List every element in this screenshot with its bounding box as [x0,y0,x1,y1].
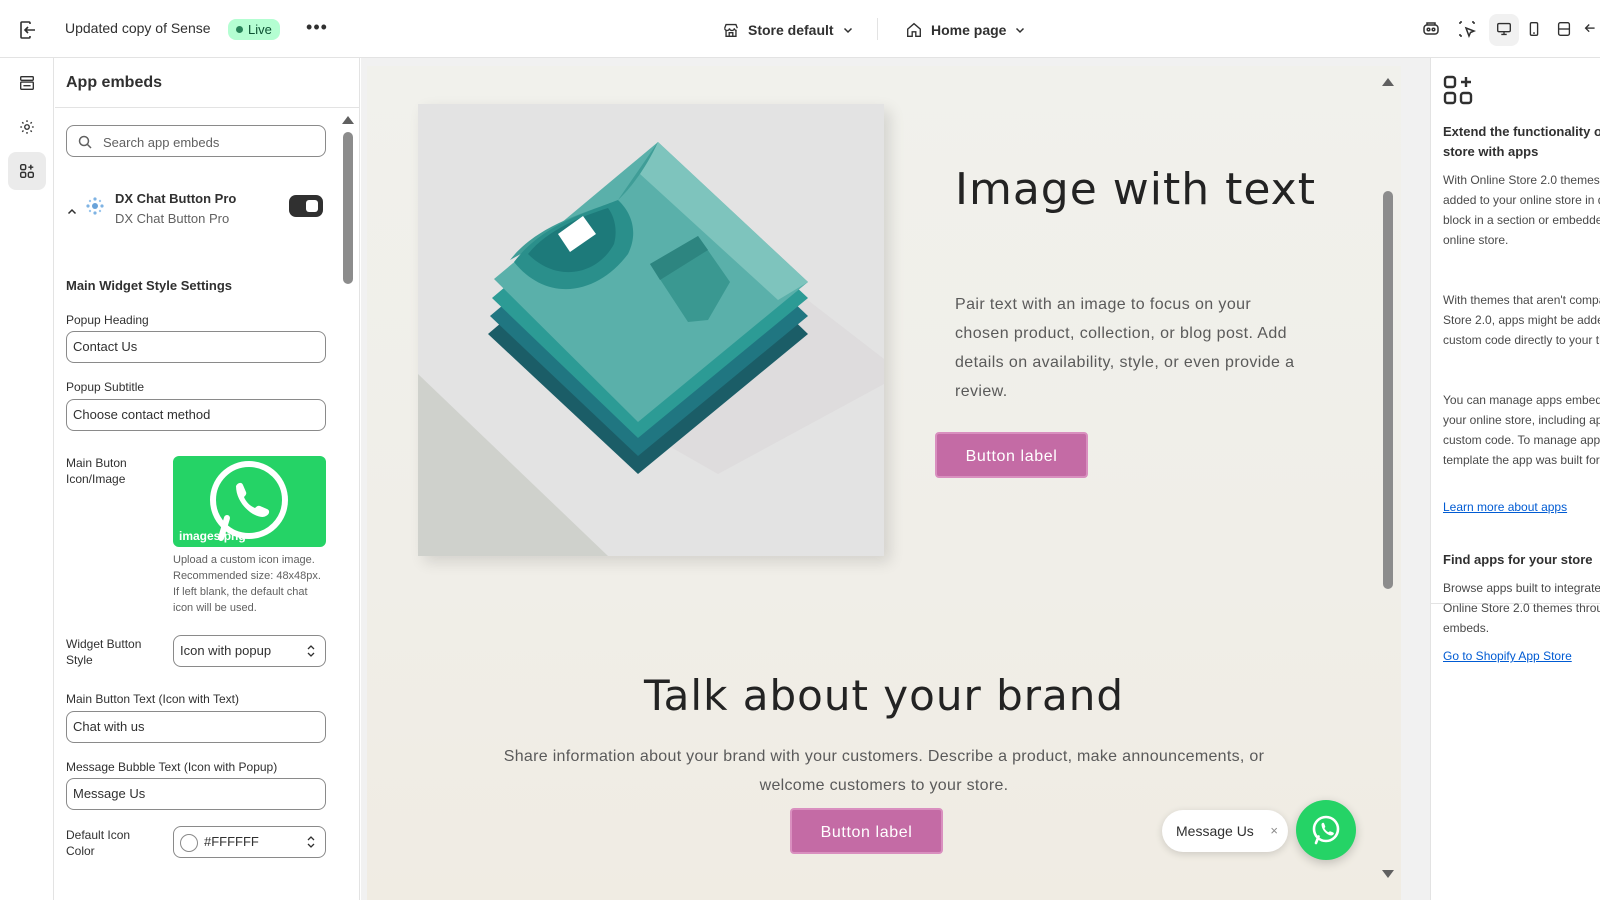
live-badge: Live [228,19,280,40]
panel-title: App embeds [66,74,163,91]
whatsapp-icon [1312,815,1340,845]
whatsapp-chat-button[interactable] [1296,800,1356,860]
popup-subtitle-label: Popup Subtitle [66,380,145,394]
hero-title: Image with text [955,164,1316,215]
chevron-up-icon[interactable] [66,206,78,218]
app-store-link[interactable]: Go to Shopify App Store [1443,649,1572,663]
hero-button[interactable]: Button label [935,432,1088,478]
more-actions-button[interactable]: ••• [302,18,332,42]
sections-icon[interactable] [8,64,46,102]
app-logo-icon [86,197,104,215]
scroll-up-arrow[interactable] [342,116,354,124]
panel-header: App embeds [55,58,359,108]
fullscreen-view-icon[interactable] [1551,16,1577,42]
info-heading: Extend the functionality of your online … [1443,124,1600,159]
app-embeds-icon[interactable] [8,152,46,190]
panel-scrollbar-thumb[interactable] [343,132,353,284]
scroll-up-arrow[interactable] [1382,78,1394,86]
store-icon [724,23,738,37]
brand-button[interactable]: Button label [790,808,943,854]
mobile-view-icon[interactable] [1521,16,1547,42]
info-paragraph: Browse apps built to integrate seamlessl… [1443,581,1600,635]
select-arrows-icon [307,645,315,657]
app-embeds-panel: App embeds DX Chat Button Pro DX Chat Bu… [55,58,360,900]
desktop-view-icon[interactable] [1491,16,1517,42]
main-icon-image-picker[interactable]: images.png [173,456,326,547]
find-apps-heading: Find apps for your store [1443,552,1593,567]
popup-heading-label: Popup Heading [66,313,149,327]
search-input[interactable] [103,132,318,152]
apps-icon [1443,75,1473,105]
chevron-down-icon [1016,27,1025,34]
chat-message-bubble[interactable]: Message Us × [1162,810,1288,852]
main-icon-label: Main Buton Icon/Image [66,456,127,486]
widget-style-label: Widget Button Style [66,637,142,667]
theme-settings-icon[interactable] [8,108,46,146]
home-icon [907,22,921,37]
icon-color-picker[interactable]: #FFFFFF [173,826,326,858]
main-button-text-input[interactable]: Chat with us [66,711,326,743]
preview-canvas: Image with text Pair text with an image … [361,58,1430,900]
hero-body: Pair text with an image to focus on your… [955,296,1295,400]
preview-scrollbar-thumb[interactable] [1383,191,1393,589]
main-button-text-label: Main Button Text (Icon with Text) [66,692,239,706]
app-subtitle: DX Chat Button Pro [115,211,230,226]
brand-title: Talk about your brand [643,671,1125,720]
theme-title: Updated copy of Sense [65,20,211,36]
app-embed-item[interactable]: DX Chat Button Pro DX Chat Button Pro [55,186,335,234]
editor-sidebar-rail [0,58,54,900]
chevron-down-icon [843,27,852,34]
widget-style-value: Icon with popup [180,643,272,658]
select-element-icon[interactable] [1454,16,1480,42]
divider [877,18,878,40]
popup-heading-input[interactable]: Contact Us [66,331,326,363]
learn-more-link[interactable]: Learn more about apps [1443,500,1567,514]
search-app-embeds[interactable] [66,125,326,157]
scroll-down-arrow[interactable] [1382,870,1394,878]
undo-icon[interactable] [1583,16,1600,42]
exit-icon[interactable] [16,18,40,42]
info-paragraph: With themes that aren't compatible with … [1443,293,1600,347]
hero-image[interactable] [418,104,884,556]
page-selector-label: Home page [931,22,1007,38]
bubble-text-input[interactable]: Message Us [66,778,326,810]
app-info-panel: Extend the functionality of your online … [1430,58,1600,900]
color-swatch[interactable] [180,834,198,852]
store-preview: Image with text Pair text with an image … [367,66,1401,900]
widget-style-select[interactable]: Icon with popup [173,635,326,667]
top-bar: Updated copy of Sense Live ••• Store def… [0,0,1600,58]
close-icon[interactable]: × [1270,810,1278,852]
image-filename: images.png [179,529,246,543]
search-icon [78,135,92,149]
section-title: Main Widget Style Settings [66,278,233,293]
app-enabled-toggle[interactable] [289,195,323,217]
info-paragraph: With Online Store 2.0 themes, apps can b… [1443,173,1600,247]
select-arrows-icon [307,836,315,848]
chat-bubble-text: Message Us [1176,823,1254,839]
info-paragraph: You can manage apps embedded throughout … [1443,393,1600,467]
bubble-text-label: Message Bubble Text (Icon with Popup) [66,760,278,774]
popup-subtitle-input[interactable]: Choose contact method [66,399,326,431]
store-selector-label: Store default [748,22,834,38]
main-icon-help-text: Upload a custom icon image. Recommended … [173,554,321,614]
icon-color-value: #FFFFFF [204,834,259,849]
brand-body: Share information about your brand with … [503,748,1265,794]
folded-shirts-illustration [418,142,884,556]
page-selector[interactable]: Home page [905,17,1026,43]
icon-color-label: Default Icon Color [66,828,131,858]
inspector-icon[interactable] [1418,16,1444,42]
app-name: DX Chat Button Pro [115,191,237,206]
store-selector[interactable]: Store default [722,17,854,43]
